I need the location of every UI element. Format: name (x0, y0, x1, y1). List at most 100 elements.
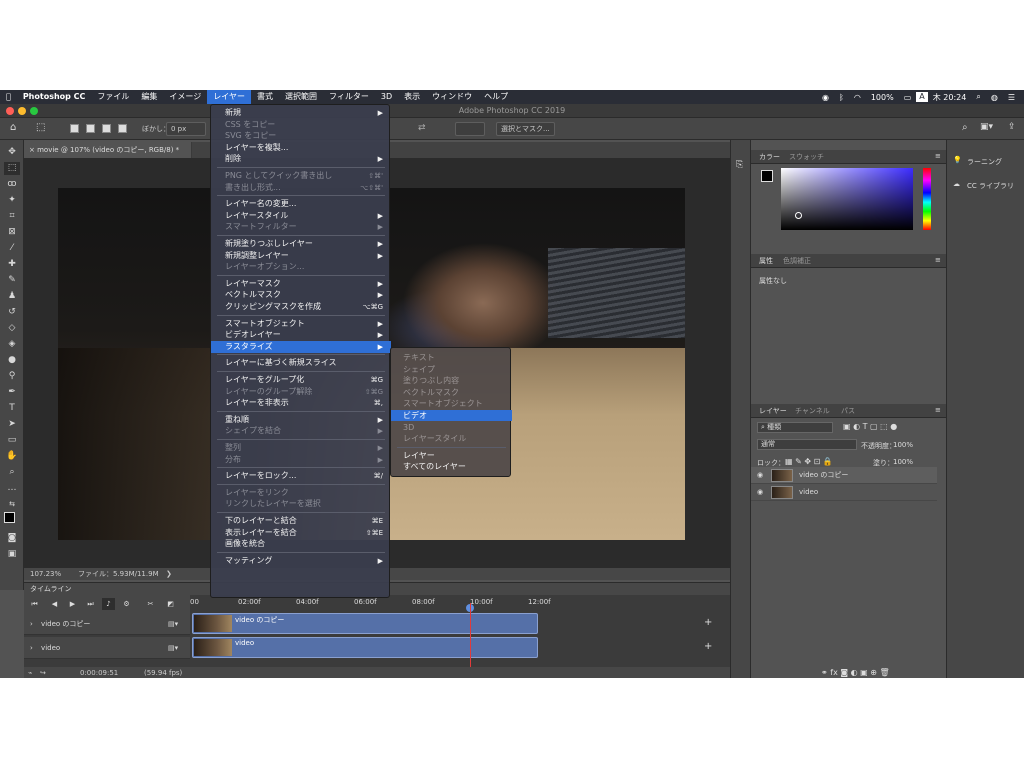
menu-view[interactable]: 表示 (398, 90, 426, 104)
swap-icon[interactable]: ⇄ (418, 123, 426, 133)
layer-row[interactable]: ◉ video (751, 484, 937, 501)
rectangle-tool-icon[interactable]: ▭ (4, 434, 20, 447)
lock-icons[interactable]: ▦ ✎ ✥ ⊡ 🔒 (785, 457, 833, 466)
apple-menu-icon[interactable]:  (0, 90, 17, 104)
expand-track-icon[interactable]: › (30, 620, 33, 628)
first-frame-icon[interactable]: ⏮ (28, 598, 41, 610)
track-video-copy[interactable]: › video のコピー ▤▾ (24, 613, 190, 635)
app-menu[interactable]: Photoshop CC (17, 90, 92, 104)
blend-mode-select[interactable]: 通常 (757, 439, 857, 450)
stamp-tool-icon[interactable]: ♟ (4, 290, 20, 303)
render-icon[interactable]: ⌁ (28, 667, 32, 678)
filter-icons[interactable]: ▣ ◐ T ▢ ⬚ ● (843, 422, 897, 431)
zoom-tool-icon[interactable]: ⌕ (4, 466, 20, 479)
video-clip[interactable]: video のコピー (192, 613, 538, 634)
feather-input[interactable]: 0 px (166, 122, 206, 136)
marquee-tool-icon[interactable]: ⬚ (4, 162, 20, 175)
height-input[interactable] (455, 122, 485, 136)
film-icon[interactable]: ▤▾ (168, 613, 178, 635)
rasterize-submenu-item[interactable]: すべてのレイヤー (391, 461, 512, 472)
layer-menu-item[interactable]: ビデオレイヤー ▶ (211, 329, 391, 341)
pen-tool-icon[interactable]: ✒ (4, 386, 20, 399)
battery-level[interactable]: 100% (866, 93, 899, 102)
play-icon[interactable]: ▶ (66, 598, 79, 610)
panel-menu-icon[interactable]: ≡ (935, 406, 941, 414)
subtract-selection-icon[interactable] (102, 124, 111, 133)
film-icon[interactable]: ▤▾ (168, 637, 178, 659)
tab-channels[interactable]: チャンネル (795, 406, 830, 416)
layer-menu-item[interactable]: 新規 ▶ (211, 107, 391, 119)
menu-layer[interactable]: レイヤー (207, 90, 252, 104)
export-arrow-icon[interactable]: ↪ (40, 667, 46, 678)
track-video[interactable]: › video ▤▾ (24, 637, 190, 659)
layer-menu-item[interactable]: 削除 ▶ (211, 153, 391, 165)
layer-menu-item[interactable]: 下のレイヤーと結合 ⌘E (211, 515, 391, 527)
layer-menu-item[interactable]: 新規調整レイヤー ▶ (211, 250, 391, 262)
visibility-eye-icon[interactable]: ◉ (757, 467, 763, 484)
new-selection-icon[interactable] (70, 124, 79, 133)
wifi-icon[interactable]: ◠ (849, 93, 866, 102)
tab-layers[interactable]: レイヤー (759, 406, 787, 416)
path-select-icon[interactable]: ➤ (4, 418, 20, 431)
settings-gear-icon[interactable]: ⚙ (120, 598, 133, 610)
layer-filter-select[interactable]: ⌕ 種類 (757, 422, 833, 433)
layer-menu-item[interactable]: スマートオブジェクト ▶ (211, 318, 391, 330)
prev-frame-icon[interactable]: ◀ (48, 598, 61, 610)
input-source-icon[interactable]: A (916, 92, 928, 102)
layer-menu-item[interactable]: レイヤーを非表示 ⌘, (211, 397, 391, 409)
menu-select[interactable]: 選択範囲 (279, 90, 323, 104)
layer-menu-item[interactable]: 表示レイヤーを結合 ⇧⌘E (211, 527, 391, 539)
tab-color[interactable]: カラー (759, 152, 780, 162)
layer-row[interactable]: ◉ video のコピー (751, 467, 937, 484)
paint-bucket-icon[interactable]: ◈ (4, 338, 20, 351)
zoom-level[interactable]: 107.23% (30, 568, 61, 580)
history-brush-icon[interactable]: ↺ (4, 306, 20, 319)
screen-mode-icon[interactable]: ▣ (4, 548, 20, 561)
layer-menu-item[interactable]: 重ね順 ▶ (211, 414, 391, 426)
layer-menu-item[interactable]: レイヤーをロック... ⌘/ (211, 470, 391, 482)
layer-menu-item[interactable]: レイヤーに基づく新規スライス (211, 357, 391, 369)
intersect-selection-icon[interactable] (118, 124, 127, 133)
current-timecode[interactable]: 0:00:09:51 (80, 667, 118, 678)
tab-paths[interactable]: パス (841, 406, 855, 416)
select-and-mask-button[interactable]: 選択とマスク... (496, 122, 555, 136)
tab-adjustments[interactable]: 色調補正 (783, 256, 811, 266)
menu-filter[interactable]: フィルター (323, 90, 375, 104)
layer-menu-item[interactable]: 新規塗りつぶしレイヤー ▶ (211, 238, 391, 250)
add-media-icon[interactable]: + (704, 641, 712, 652)
transition-icon[interactable]: ◩ (164, 598, 177, 610)
panel-menu-icon[interactable]: ≡ (935, 152, 941, 160)
document-tab[interactable]: × movie @ 107% (video のコピー, RGB/8) * (24, 142, 192, 158)
menu-window[interactable]: ウィンドウ (426, 90, 478, 104)
foreground-color-swatch[interactable] (4, 512, 15, 523)
add-media-icon[interactable]: + (704, 617, 712, 628)
hand-tool-icon[interactable]: ✋ (4, 450, 20, 463)
layer-menu-item[interactable]: マッティング ▶ (211, 555, 391, 567)
brush-tool-icon[interactable]: ✎ (4, 274, 20, 287)
search-icon[interactable]: ⌕ (962, 122, 968, 133)
layer-menu-item[interactable]: レイヤー名の変更... (211, 198, 391, 210)
menu-help[interactable]: ヘルプ (478, 90, 514, 104)
menu-3d[interactable]: 3D (375, 90, 398, 104)
crop-tool-icon[interactable]: ⌗ (4, 210, 20, 223)
panel-menu-icon[interactable]: ≡ (935, 256, 941, 264)
creative-cloud-icon[interactable]: ◉ (817, 93, 834, 102)
marquee-tool-icon[interactable]: ⬚ (36, 122, 45, 133)
healing-brush-icon[interactable]: ✚ (4, 258, 20, 271)
spotlight-search-icon[interactable]: ⌕ (971, 92, 985, 102)
layer-menu-item[interactable]: ラスタライズ ▶ (211, 340, 391, 353)
swap-colors-icon[interactable]: ⇆ (4, 498, 20, 511)
move-tool-icon[interactable]: ✥ (4, 146, 20, 159)
share-icon[interactable]: ⇪ (1008, 122, 1016, 132)
layer-menu-item[interactable]: 画像を統合 (211, 538, 391, 550)
fill-value[interactable]: 100% (893, 458, 913, 466)
layer-menu-item[interactable]: レイヤースタイル ▶ (211, 210, 391, 222)
dodge-tool-icon[interactable]: ⚲ (4, 370, 20, 383)
menu-edit[interactable]: 編集 (135, 90, 163, 104)
home-icon[interactable]: ⌂ (10, 122, 16, 133)
menu-image[interactable]: イメージ (163, 90, 207, 104)
expand-track-icon[interactable]: › (30, 644, 33, 652)
audio-icon[interactable]: ♪ (102, 598, 115, 610)
type-tool-icon[interactable]: T (4, 402, 20, 415)
eyedropper-icon[interactable]: ⁄ (4, 242, 20, 255)
